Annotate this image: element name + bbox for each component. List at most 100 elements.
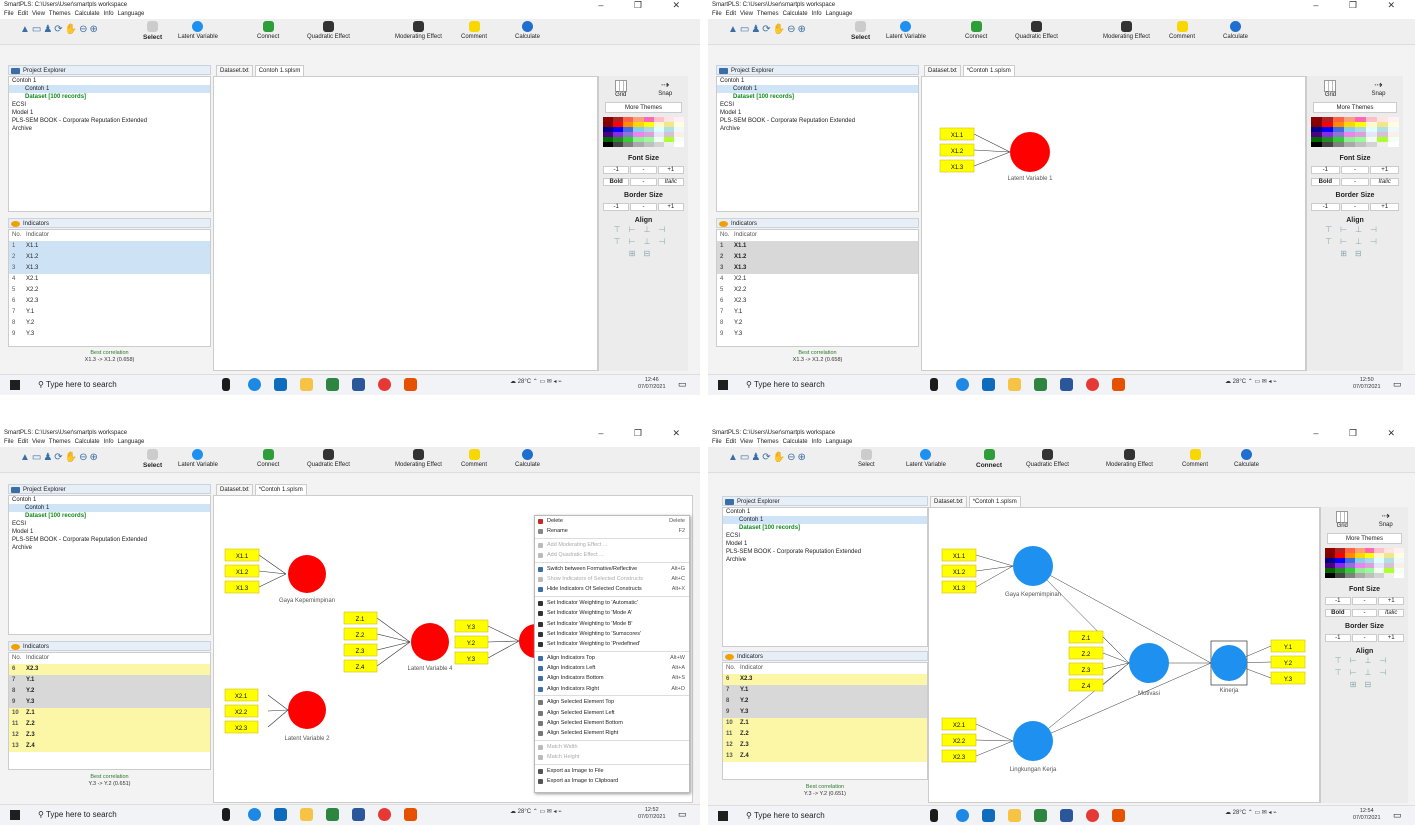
chrome-icon[interactable] <box>1086 378 1099 391</box>
align-icons[interactable]: ⊤⊢⊥⊣ ⊤⊢⊥⊣ ⊞⊟ <box>1321 655 1408 691</box>
indicator-z-1[interactable]: Z.1 <box>343 611 378 625</box>
indicator-z-1[interactable]: Z.1 <box>1068 630 1104 644</box>
window-controls[interactable]: – ❐ ✕ <box>598 0 694 10</box>
moderating-effect-tool[interactable]: Moderating Effect <box>395 449 442 468</box>
moderating-effect-tool[interactable]: Moderating Effect <box>1106 449 1153 468</box>
edge-icon[interactable] <box>956 809 969 822</box>
tree-item[interactable]: Contoh 1 <box>9 496 210 504</box>
indicator-row[interactable]: 13 Z.4 <box>9 741 210 752</box>
context-menu-item[interactable]: Switch between Formative/Reflective Alt+G <box>535 564 689 574</box>
tree-item[interactable]: Model 1 <box>9 528 210 536</box>
indicator-row[interactable]: 9 Y.3 <box>9 329 210 340</box>
context-menu-item[interactable]: Align Indicators Bottom Alt+S <box>535 673 689 683</box>
taskbar-search[interactable]: ⚲ Type here to search <box>38 810 117 819</box>
color-swatch[interactable] <box>1374 573 1385 578</box>
smartpls-icon[interactable] <box>1112 378 1125 391</box>
indicator-row[interactable]: 9 Y.3 <box>9 697 210 708</box>
font-style-reset-button[interactable]: - <box>630 178 657 186</box>
more-themes-button[interactable]: More Themes <box>1313 102 1397 113</box>
more-themes-button[interactable]: More Themes <box>605 102 682 113</box>
connect-tool[interactable]: Connect <box>257 449 279 468</box>
menu-view[interactable]: View <box>740 439 753 445</box>
menu-view[interactable]: View <box>32 11 45 17</box>
context-menu-item[interactable]: Set Indicator Weighting to 'Mode A' <box>535 608 689 618</box>
border-decrease-button[interactable]: -1 <box>1325 634 1351 642</box>
comment-tool[interactable]: Comment <box>461 449 487 468</box>
notification-icon[interactable]: ▭ <box>678 809 687 820</box>
color-palette[interactable] <box>1325 548 1404 578</box>
font-decrease-button[interactable]: -1 <box>1311 166 1340 174</box>
tree-item[interactable]: ECSI <box>9 520 210 528</box>
app-icon[interactable] <box>1034 809 1047 822</box>
indicator-row[interactable]: 7 Y.1 <box>9 675 210 686</box>
color-swatch[interactable] <box>663 142 674 147</box>
context-menu-item[interactable]: Match Width <box>535 742 689 752</box>
quadratic-effect-tool[interactable]: Quadratic Effect <box>1015 21 1058 40</box>
word-icon[interactable] <box>352 808 365 821</box>
comment-tool[interactable]: Comment <box>461 21 487 40</box>
latent-variable-1[interactable] <box>1010 132 1050 172</box>
tree-item[interactable]: PLS-SEM BOOK - Corporate Reputation Exte… <box>9 536 210 544</box>
indicator-row[interactable]: 7 Y.1 <box>717 307 918 318</box>
indicator-row[interactable]: 8 Y.2 <box>9 686 210 697</box>
menu-edit[interactable]: Edit <box>18 11 28 17</box>
windows-start-icon[interactable] <box>10 380 20 390</box>
clock[interactable]: 12:52 07/07/2021 <box>638 807 666 821</box>
select-tool[interactable]: Select <box>143 449 162 469</box>
context-menu-item[interactable]: Align Selected Element Right <box>535 728 689 738</box>
indicator-z-2[interactable]: Z.2 <box>1068 646 1104 660</box>
indicator-y-2[interactable]: Y.2 <box>1270 655 1306 669</box>
tree-item[interactable]: ECSI <box>723 532 927 540</box>
menu-edit[interactable]: Edit <box>18 439 28 445</box>
edge-icon[interactable] <box>248 808 261 821</box>
color-palette[interactable] <box>603 117 684 147</box>
indicator-x2-1[interactable]: X2.1 <box>941 717 977 731</box>
menu-info[interactable]: Info <box>812 439 822 445</box>
indicator-row[interactable]: 10 Z.1 <box>9 708 210 719</box>
color-swatch[interactable] <box>1355 142 1366 147</box>
word-icon[interactable] <box>1060 378 1073 391</box>
tree-item[interactable]: Archive <box>717 125 918 133</box>
border-reset-button[interactable]: - <box>1340 203 1370 211</box>
context-menu-item[interactable]: Match Height <box>535 752 689 762</box>
color-swatch[interactable] <box>1334 573 1345 578</box>
word-icon[interactable] <box>352 378 365 391</box>
mail-icon[interactable] <box>274 808 287 821</box>
latent-motivasi[interactable] <box>1129 643 1169 683</box>
grid-button[interactable]: Grid <box>1324 80 1337 98</box>
select-tool[interactable]: Select <box>858 449 875 468</box>
color-swatch[interactable] <box>653 142 664 147</box>
color-swatch[interactable] <box>1322 142 1333 147</box>
clock[interactable]: 12:54 07/07/2021 <box>1353 808 1381 822</box>
menu-info[interactable]: Info <box>104 11 114 17</box>
context-menu-item[interactable]: Set Indicator Weighting to 'Mode B' <box>535 619 689 629</box>
indicator-row[interactable]: 12 Z.3 <box>9 730 210 741</box>
app-icon[interactable] <box>326 808 339 821</box>
toolbar-small-icons[interactable]: ▲▭♟⟳✋⊖⊕ <box>20 24 100 35</box>
indicator-row[interactable]: 6 X2.3 <box>9 664 210 675</box>
windows-start-icon[interactable] <box>10 810 20 820</box>
color-swatch[interactable] <box>1384 573 1395 578</box>
border-increase-button[interactable]: +1 <box>1370 203 1400 211</box>
border-reset-button[interactable]: - <box>1351 634 1378 642</box>
italic-button[interactable]: Italic <box>1370 178 1400 186</box>
context-menu-item[interactable]: Align Selected Element Top <box>535 697 689 707</box>
font-increase-button[interactable]: +1 <box>1370 166 1400 174</box>
menu-file[interactable]: File <box>4 11 14 17</box>
edge-icon[interactable] <box>248 378 261 391</box>
tree-item[interactable]: ECSI <box>9 101 210 109</box>
indicator-row[interactable]: 11 Z.2 <box>9 719 210 730</box>
calculate-tool[interactable]: Calculate <box>1234 449 1259 468</box>
latent-lingkungan-kerja[interactable] <box>1013 721 1053 761</box>
color-swatch[interactable] <box>613 142 624 147</box>
context-menu-item[interactable]: Set Indicator Weighting to 'Automatic' <box>535 598 689 608</box>
context-menu-item[interactable]: Add Moderating Effect ... <box>535 540 689 550</box>
border-reset-button[interactable]: - <box>630 203 657 211</box>
indicator-row[interactable]: 7 Y.1 <box>723 685 927 696</box>
menu-info[interactable]: Info <box>812 11 822 17</box>
color-swatch[interactable] <box>1333 142 1344 147</box>
indicators-header[interactable]: Indicators <box>716 218 919 228</box>
color-swatch[interactable] <box>1344 142 1355 147</box>
latent-gaya-kepemimpinan[interactable] <box>288 555 326 593</box>
menu-file[interactable]: File <box>712 439 722 445</box>
